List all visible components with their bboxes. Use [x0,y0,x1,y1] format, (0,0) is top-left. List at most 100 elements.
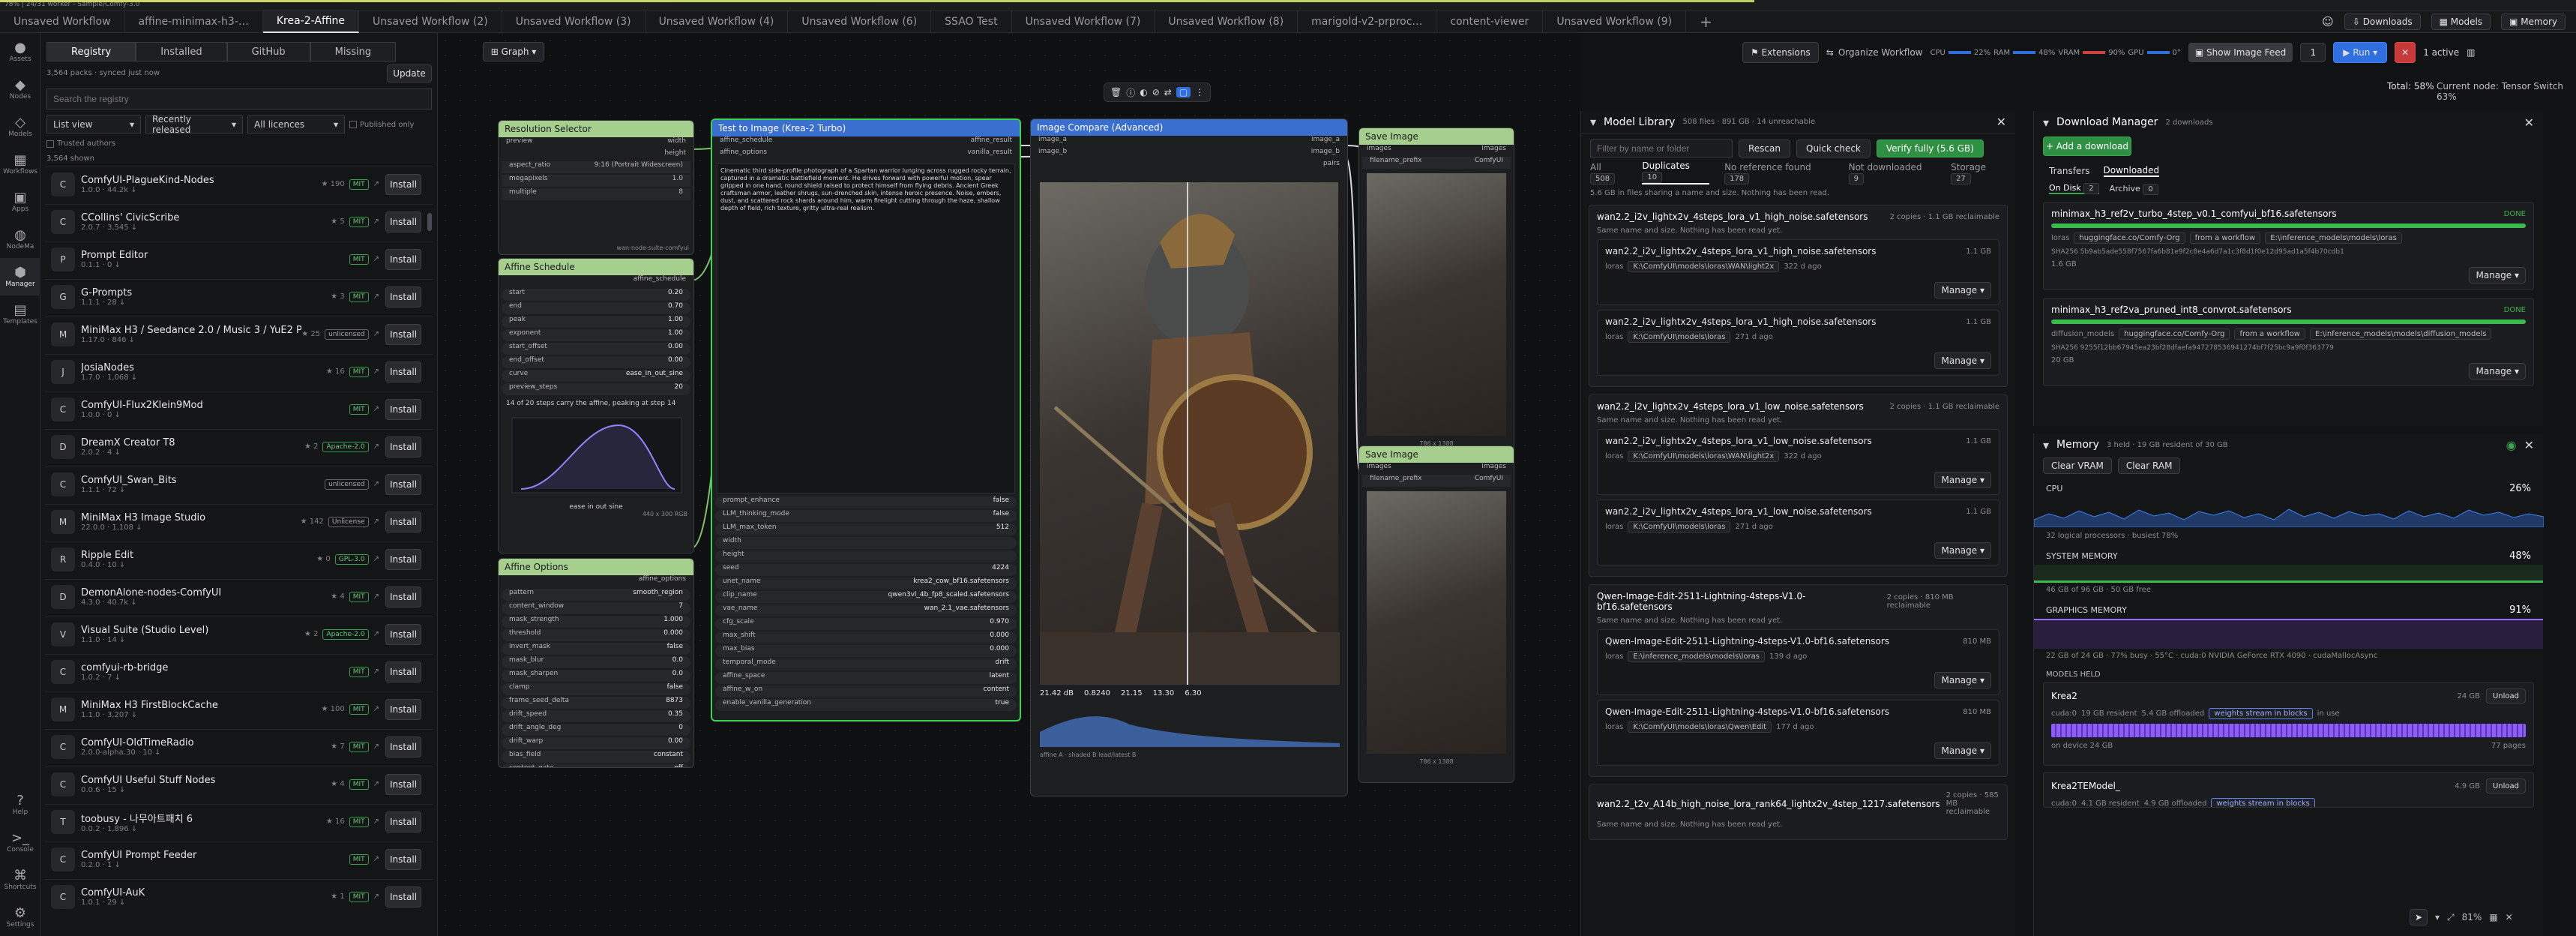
list-item[interactable]: M MiniMax H3 / Seedance 2.0 / Music 3 / Y… [45,316,433,351]
node-widget[interactable]: vae_name wan_2.1_vae.safetensors [715,604,1017,616]
node-widget[interactable]: cfg_scale 0.970 [715,618,1017,630]
registry-search-input[interactable] [46,88,432,110]
list-item[interactable]: Ccomfyui-rb-bridge 1.0.2 · 7 ↓ MIT ↗ Install [45,654,433,688]
install-button[interactable]: Install [385,773,421,795]
pack-name[interactable]: CCollins' CivicScribe [81,212,331,224]
pack-name[interactable]: comfyui-rb-bridge [81,662,345,674]
node-widget[interactable]: content_window 7 [502,602,690,614]
collapse-icon[interactable]: ▾ [2043,438,2049,452]
chevron-down-icon[interactable]: ▾ [2435,912,2440,922]
external-link-icon[interactable]: ↗ [373,405,379,413]
organize-workflow-button[interactable]: ⇆ Organize Workflow [1826,47,1923,58]
list-item[interactable]: C ComfyUI Prompt Feeder 0.2.0 · 1 ↓ MIT ↗ Ins… [45,842,433,876]
list-item[interactable]: R Ripple Edit 0.4.0 · 10 ↓ ★ 0 GPL-3.0 ↗ Insta… [45,542,433,576]
pack-name[interactable]: ComfyUI Useful Stuff Nodes [81,775,331,786]
pack-name[interactable]: ComfyUI-OldTimeRadio [81,737,331,748]
external-link-icon[interactable]: ↗ [373,518,379,526]
install-button[interactable]: Install [385,698,421,720]
install-button[interactable]: Install [385,173,421,195]
manage-button[interactable]: Manage ▾ [1934,542,1991,559]
tab-archive[interactable]: Archive 0 [2110,184,2158,195]
verify-button[interactable]: Verify fully (5.6 GB) [1876,140,1984,158]
install-button[interactable]: Install [385,473,421,495]
external-link-icon[interactable]: ↗ [373,892,379,901]
list-item[interactable]: D DreamX Creator T8 2.0.2 · 4 ↓ ★ 2 Apache-2… [45,429,433,464]
filename-prefix-widget[interactable]: filename_prefix ComfyUI [1362,157,1511,169]
queue-count-input[interactable]: 1 [2300,43,2326,62]
manage-button[interactable]: Manage ▾ [2469,267,2526,284]
list-item[interactable]: C ComfyUI-PlagueKind-Nodes 1.0.0 · 44.2k ↓… [45,166,433,201]
tab-unsaved-9[interactable]: Unsaved Workflow (9) [1543,10,1687,33]
rail-templates[interactable]: ▤ Templates [0,296,40,333]
library-tab[interactable]: Duplicates 10 [1642,160,1710,184]
node-image-compare[interactable]: Image Compare (Advanced) image_a image_a … [1030,118,1348,796]
tab-installed[interactable]: Installed [136,42,227,62]
external-link-icon[interactable]: ↗ [373,442,379,451]
external-link-icon[interactable]: ↗ [373,630,379,638]
external-link-icon[interactable]: ↗ [373,330,379,338]
external-link-icon[interactable]: ↗ [373,780,379,788]
rescan-button[interactable]: Rescan [1739,140,1790,158]
node-widget[interactable]: start_offset 0.00 [502,343,690,355]
manage-button[interactable]: Manage ▾ [1934,672,1991,688]
node-widget[interactable]: drift_angle_deg 0 [502,724,690,736]
tab-transfers[interactable]: Transfers [2049,166,2090,176]
external-link-icon[interactable]: ↗ [373,592,379,601]
node-widget[interactable]: clip_name qwen3vl_4b_fp8_scaled.safetenso… [715,591,1017,603]
unload-button[interactable]: Unload [2485,688,2526,704]
install-button[interactable]: Install [385,661,421,682]
node-widget[interactable]: temporal_mode drift [715,658,1017,670]
scrollbar-thumb[interactable] [427,213,432,231]
node-widget[interactable]: invert_mask false [502,643,690,655]
manage-button[interactable]: Manage ▾ [1934,742,1991,759]
pack-name[interactable]: DreamX Creator T8 [81,437,304,448]
list-item[interactable]: V Visual Suite (Studio Level) 1.1.0 · 14 ↓… [45,616,433,651]
install-button[interactable]: Install [385,248,421,270]
tab-github[interactable]: GitHub [226,42,310,62]
node-widget[interactable]: end 0.70 [502,302,690,314]
close-icon[interactable]: ✕ [2524,438,2534,452]
node-affine-options[interactable]: Affine Options affine_options pattern smo… [498,558,694,768]
node-widget[interactable]: curve ease_in_out_sine [502,370,690,382]
node-widget[interactable]: threshold 0.000 [502,629,690,641]
pack-name[interactable]: ComfyUI Prompt Feeder [81,850,345,861]
node-widget[interactable]: mask_blur 0.0 [502,656,690,668]
node-widget[interactable]: bias_field constant [502,751,690,763]
quick-check-button[interactable]: Quick check [1796,140,1871,158]
rail-assets[interactable]: ● Assets [0,33,40,70]
close-icon[interactable]: ✕ [2524,116,2534,130]
external-link-icon[interactable]: ↗ [373,855,379,863]
tab-on-disk[interactable]: On Disk 2 [2049,183,2099,194]
tab-unsaved-7[interactable]: Unsaved Workflow (7) [1012,10,1155,33]
close-icon[interactable]: ✕ [1996,115,2006,129]
tab-unsaved-8[interactable]: Unsaved Workflow (8) [1155,10,1298,33]
node-widget[interactable]: content_gate off [502,764,690,767]
manage-button[interactable]: Manage ▾ [1934,352,1991,369]
system-memory-row[interactable]: SYSTEM MEMORY 48% [2034,542,2543,565]
memory-button[interactable]: ▣ Memory [2501,13,2566,30]
node-widget[interactable]: LLM_max_token 512 [715,524,1017,536]
cancel-run-button[interactable]: ✕ [2395,42,2416,63]
pack-name[interactable]: Prompt Editor [81,250,345,261]
rail-console[interactable]: >_ Console [0,824,40,861]
node-widget[interactable]: mask_strength 1.000 [502,616,690,628]
rail-shortcuts[interactable]: ⌘ Shortcuts [0,861,40,898]
saved-image-preview[interactable] [1367,173,1506,436]
pack-name[interactable]: Ripple Edit [81,550,316,561]
node-widget[interactable]: LLM_thinking_mode false [715,510,1017,522]
node-widget[interactable]: height [715,550,1017,562]
list-item[interactable]: C ComfyUI_Swan_Bits 1.1.1 · 72 ↓ unlicensed… [45,466,433,501]
megapixels-widget[interactable]: megapixels 1.0 [502,175,690,187]
node-widget[interactable]: unet_name krea2_cow_bf16.safetensors [715,578,1017,590]
list-item[interactable]: C ComfyUI Useful Stuff Nodes 0.0.6 · 15 ↓ ★… [45,766,433,801]
external-link-icon[interactable]: ↗ [373,480,379,488]
install-button[interactable]: Install [385,361,421,382]
tab-affine-minimax[interactable]: affine-minimax-h3-… [125,10,263,33]
list-item[interactable]: P Prompt Editor 0.1.1 · 0 ↓ MIT ↗ Install [45,242,433,276]
pack-name[interactable]: ComfyUI-Flux2Klein9Mod [81,400,345,411]
graph-canvas[interactable]: ⊞ Graph ▾ 🗑 ⓘ ◐ ⊘ ⇄ ▢ ⋮ Resolution Selector pr… [438,33,1580,936]
pack-name[interactable]: MiniMax H3 FirstBlockCache [81,700,321,711]
rail-workflows[interactable]: ▦ Workflows [0,146,40,183]
install-button[interactable]: Install [385,286,421,308]
list-item[interactable]: C ComfyUI-AuK 1.0.1 · 29 ↓ ★ 1 MIT ↗ Install [45,879,433,914]
